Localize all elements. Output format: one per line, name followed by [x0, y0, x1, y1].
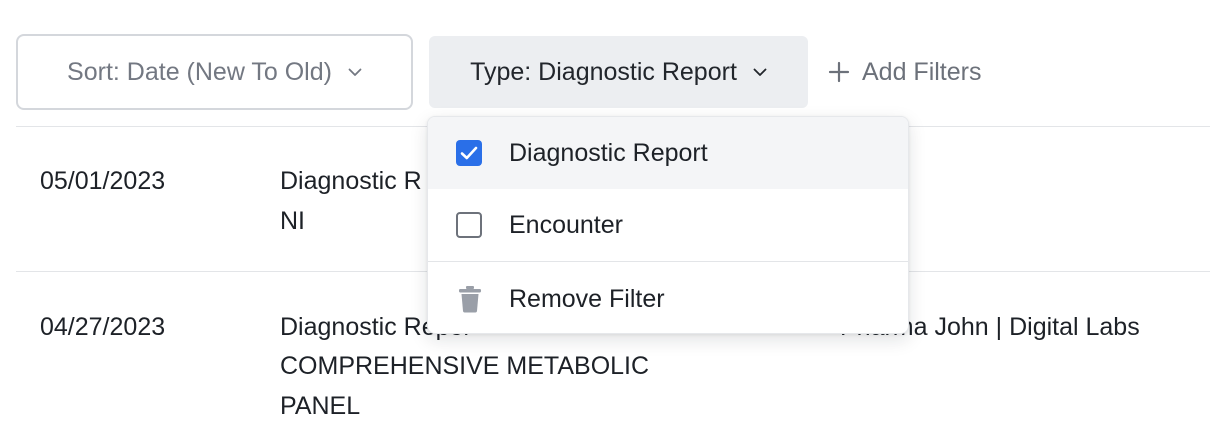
- filter-option-label: Diagnostic Report: [509, 138, 708, 167]
- remove-filter-label: Remove Filter: [509, 284, 665, 313]
- checkbox-checked[interactable]: [456, 140, 482, 166]
- add-filters-label: Add Filters: [862, 57, 982, 86]
- sort-label: Sort: Date (New To Old): [67, 57, 332, 86]
- filter-option-encounter[interactable]: Encounter: [428, 189, 908, 261]
- chevron-down-icon: [348, 68, 362, 76]
- plus-icon: [828, 61, 850, 83]
- row-date: 05/01/2023: [40, 167, 166, 195]
- menu-divider: [428, 261, 908, 262]
- type-filter-button[interactable]: Type: Diagnostic Report: [429, 36, 808, 108]
- row-description-line3: PANEL: [280, 392, 361, 420]
- remove-filter-button[interactable]: Remove Filter: [428, 263, 908, 333]
- type-filter-menu: Diagnostic Report Encounter Remove Filte…: [427, 116, 909, 334]
- chevron-down-icon: [753, 68, 767, 76]
- check-icon: [460, 146, 478, 160]
- trash-icon: [459, 286, 481, 313]
- filter-option-label: Encounter: [509, 210, 623, 239]
- row-description-line2: COMPREHENSIVE METABOLIC: [280, 352, 650, 380]
- add-filters-button[interactable]: Add Filters: [828, 50, 981, 94]
- records-page: Sort: Date (New To Old) Type: Diagnostic…: [0, 0, 1210, 440]
- sort-dropdown-button[interactable]: Sort: Date (New To Old): [16, 34, 413, 110]
- checkbox-unchecked[interactable]: [456, 212, 482, 238]
- filter-option-diagnostic-report[interactable]: Diagnostic Report: [428, 117, 908, 189]
- row-date: 04/27/2023: [40, 313, 166, 341]
- type-filter-label: Type: Diagnostic Report: [470, 57, 737, 86]
